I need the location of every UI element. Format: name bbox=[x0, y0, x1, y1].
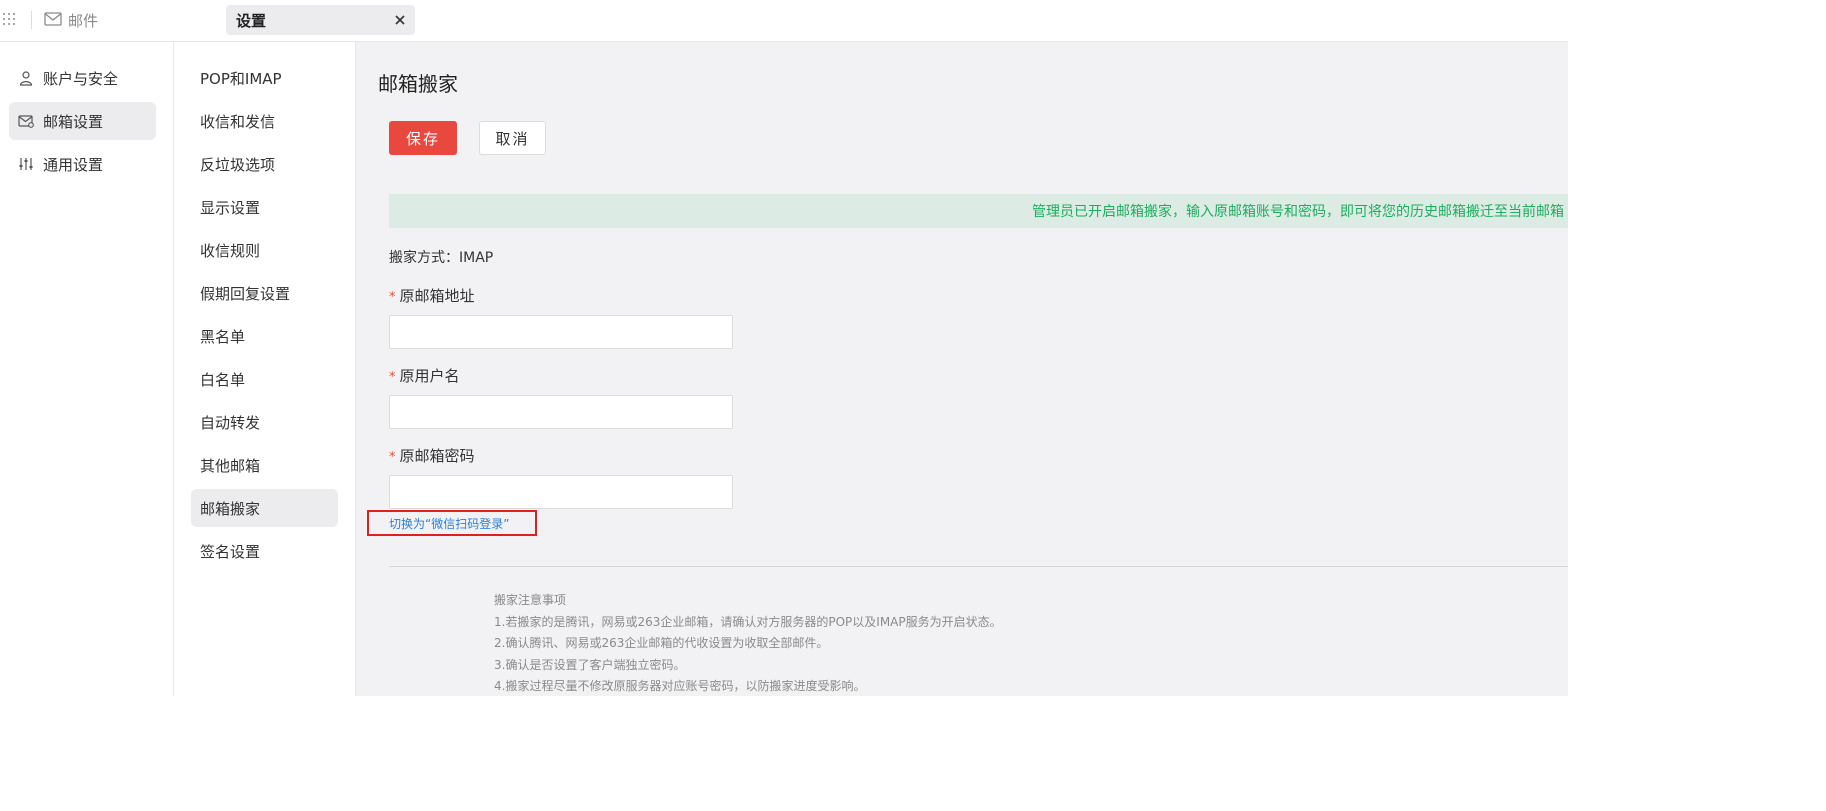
nav-item-signature[interactable]: 签名设置 bbox=[191, 532, 338, 570]
original-address-input[interactable] bbox=[389, 315, 733, 349]
nav-item-label: 收信和发信 bbox=[200, 112, 276, 131]
nav-item-blacklist[interactable]: 黑名单 bbox=[191, 317, 338, 355]
nav-item-whitelist[interactable]: 白名单 bbox=[191, 360, 338, 398]
original-address-label: * 原邮箱地址 bbox=[389, 285, 475, 306]
nav-item-display[interactable]: 显示设置 bbox=[191, 188, 338, 226]
required-mark: * bbox=[389, 290, 396, 305]
nav-item-label: 反垃圾选项 bbox=[200, 155, 276, 174]
nav-item-label: 假期回复设置 bbox=[200, 284, 291, 303]
sidebar-item-mailbox-settings[interactable]: 邮箱设置 bbox=[9, 102, 156, 140]
nav-item-label: 白名单 bbox=[200, 370, 246, 389]
original-username-label: * 原用户名 bbox=[389, 365, 460, 386]
wechat-login-link[interactable]: 切换为“微信扫码登录” bbox=[367, 510, 537, 536]
mail-tab-label: 邮件 bbox=[68, 11, 99, 30]
nav-item-label: 显示设置 bbox=[200, 198, 261, 217]
sliders-icon bbox=[18, 156, 34, 172]
note-item: 2.确认腾讯、网易或263企业邮箱的代收设置为收取全部邮件。 bbox=[494, 636, 829, 650]
sidebar-item-label: 邮箱设置 bbox=[43, 112, 104, 131]
close-icon[interactable] bbox=[393, 12, 407, 26]
migration-method: 搬家方式：IMAP bbox=[389, 250, 494, 266]
original-address-label-text: 原邮箱地址 bbox=[399, 287, 475, 305]
topbar-divider bbox=[31, 11, 32, 29]
nav-item-label: 其他邮箱 bbox=[200, 456, 261, 475]
mailbox-settings-icon bbox=[18, 113, 34, 129]
nav-item-pop-imap[interactable]: POP和IMAP bbox=[191, 59, 338, 97]
nav-item-vacation-reply[interactable]: 假期回复设置 bbox=[191, 274, 338, 312]
original-username-label-text: 原用户名 bbox=[399, 367, 460, 385]
nav-item-send-receive[interactable]: 收信和发信 bbox=[191, 102, 338, 140]
nav-item-auto-forward[interactable]: 自动转发 bbox=[191, 403, 338, 441]
nav-item-inbox-rules[interactable]: 收信规则 bbox=[191, 231, 338, 269]
mailbox-settings-nav: POP和IMAP 收信和发信 反垃圾选项 显示设置 收信规则 假期回复设置 黑名… bbox=[174, 42, 356, 696]
tab-settings-label: 设置 bbox=[236, 11, 267, 30]
original-password-input[interactable] bbox=[389, 475, 733, 509]
mail-tab[interactable]: 邮件 bbox=[44, 8, 98, 32]
required-mark: * bbox=[389, 370, 396, 385]
migration-notes: 搬家注意事项 1.若搬家的是腾讯，网易或263企业邮箱，请确认对方服务器的POP… bbox=[494, 590, 1002, 696]
top-bar: 邮件 设置 bbox=[0, 0, 1568, 42]
user-icon bbox=[18, 70, 34, 86]
tab-settings[interactable]: 设置 bbox=[226, 5, 415, 35]
note-item: 3.确认是否设置了客户端独立密码。 bbox=[494, 657, 686, 672]
nav-item-label: 邮箱搬家 bbox=[200, 499, 261, 518]
settings-sidebar: 账户与安全 邮箱设置 通用设置 bbox=[0, 42, 174, 696]
original-password-label-text: 原邮箱密码 bbox=[399, 447, 475, 465]
section-divider bbox=[389, 566, 1568, 567]
sidebar-item-label: 通用设置 bbox=[43, 155, 104, 174]
admin-notice-text: 管理员已开启邮箱搬家，输入原邮箱账号和密码，即可将您的历史邮箱搬迁至当前邮箱 bbox=[1032, 204, 1564, 220]
nav-item-label: 签名设置 bbox=[200, 542, 261, 561]
page-title: 邮箱搬家 bbox=[378, 72, 458, 96]
admin-notice-banner: 管理员已开启邮箱搬家，输入原邮箱账号和密码，即可将您的历史邮箱搬迁至当前邮箱 bbox=[389, 194, 1568, 228]
cancel-button[interactable]: 取消 bbox=[479, 121, 546, 155]
required-mark: * bbox=[389, 450, 396, 465]
nav-item-label: 自动转发 bbox=[200, 413, 261, 432]
sidebar-item-label: 账户与安全 bbox=[43, 69, 119, 88]
envelope-icon bbox=[44, 11, 62, 30]
app-grid-icon[interactable] bbox=[3, 13, 17, 27]
note-item: 4.搬家过程尽量不修改原服务器对应账号密码，以防搬家进度受影响。 bbox=[494, 679, 866, 693]
nav-item-label: POP和IMAP bbox=[200, 69, 282, 88]
nav-item-mailbox-migration[interactable]: 邮箱搬家 bbox=[191, 489, 338, 527]
wechat-login-link-text: 切换为“微信扫码登录” bbox=[389, 516, 510, 531]
note-item: 1.若搬家的是腾讯，网易或263企业邮箱，请确认对方服务器的POP以及IMAP服… bbox=[494, 614, 1002, 629]
original-password-label: * 原邮箱密码 bbox=[389, 445, 475, 466]
nav-item-other-mailboxes[interactable]: 其他邮箱 bbox=[191, 446, 338, 484]
sidebar-item-account-security[interactable]: 账户与安全 bbox=[9, 59, 156, 97]
nav-item-label: 黑名单 bbox=[200, 327, 246, 346]
original-username-input[interactable] bbox=[389, 395, 733, 429]
migration-panel: 邮箱搬家 保存 取消 管理员已开启邮箱搬家，输入原邮箱账号和密码，即可将您的历史… bbox=[356, 42, 1568, 696]
notes-title: 搬家注意事项 bbox=[494, 593, 567, 607]
save-button[interactable]: 保存 bbox=[389, 121, 457, 155]
sidebar-item-general-settings[interactable]: 通用设置 bbox=[9, 145, 156, 183]
nav-item-label: 收信规则 bbox=[200, 241, 261, 260]
nav-item-anti-spam[interactable]: 反垃圾选项 bbox=[191, 145, 338, 183]
